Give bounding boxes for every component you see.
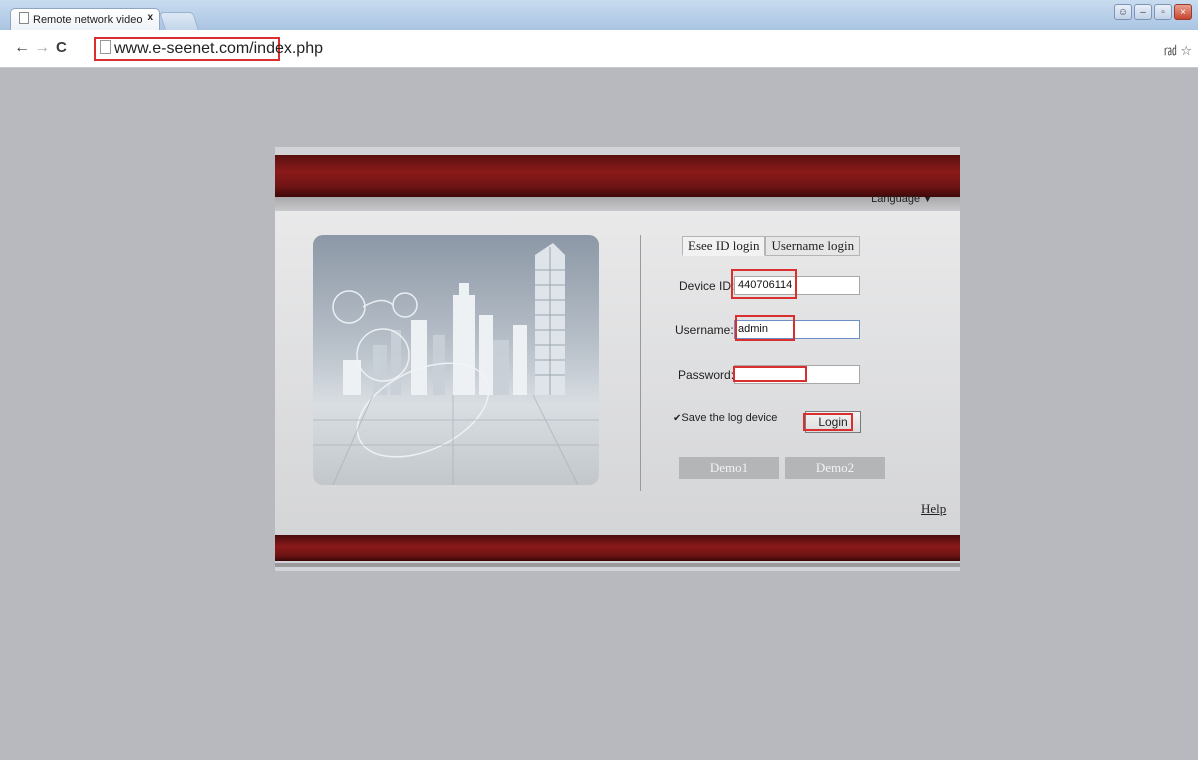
back-arrow-icon[interactable]: ← — [14, 39, 30, 57]
browser-tab[interactable]: Remote network video x — [10, 8, 160, 30]
header-subband — [275, 197, 960, 211]
browser-titlebar: Remote network video x ☺ – ▫ × — [0, 0, 1198, 30]
translate-icon[interactable]: ㎭ — [1164, 43, 1177, 58]
password-label: Password: — [678, 368, 735, 382]
login-highlight — [803, 413, 853, 431]
address-bar[interactable]: www.e-seenet.com/index.php — [94, 37, 323, 61]
footer-band — [275, 535, 960, 561]
page-icon — [100, 40, 111, 54]
tab-esee-id-login[interactable]: Esee ID login — [682, 236, 766, 256]
tab-username-login[interactable]: Username login — [765, 236, 861, 256]
header-band — [275, 155, 960, 197]
footer-line — [275, 563, 960, 567]
tab-close-icon[interactable]: x — [147, 12, 153, 23]
url-text: www.e-seenet.com/index.php — [114, 40, 323, 57]
forward-arrow-icon[interactable]: → — [34, 39, 50, 57]
reload-icon[interactable]: C — [56, 39, 67, 57]
user-icon[interactable]: ☺ — [1114, 4, 1132, 20]
save-log-device-label: Save the log device — [681, 412, 778, 424]
help-link[interactable]: Help — [921, 501, 946, 517]
login-card: Language ▼ Esee ID login Username login … — [275, 147, 960, 571]
device-id-highlight — [731, 269, 797, 299]
toolbar-right-icons: ㎭ ☆ — [1164, 40, 1192, 59]
page-icon — [19, 12, 29, 24]
maximize-icon[interactable]: ▫ — [1154, 4, 1172, 20]
language-menu[interactable]: Language ▼ — [871, 193, 932, 205]
chevron-down-icon: ▼ — [923, 194, 932, 204]
login-panel: Esee ID login Username login Device ID: … — [275, 211, 960, 533]
browser-toolbar: ← → C www.e-seenet.com/index.php ㎭ ☆ — [0, 30, 1198, 68]
login-tabs: Esee ID login Username login — [682, 236, 861, 256]
username-label: Username: — [675, 323, 734, 337]
language-label: Language — [871, 193, 921, 205]
tab-title: Remote network video — [33, 14, 143, 26]
minimize-icon[interactable]: – — [1134, 4, 1152, 20]
bookmark-star-icon[interactable]: ☆ — [1180, 43, 1192, 58]
username-highlight — [735, 315, 795, 341]
window-controls: ☺ – ▫ × — [1114, 4, 1192, 20]
device-id-label: Device ID: — [679, 279, 735, 293]
demo1-button[interactable]: Demo1 — [679, 457, 779, 479]
demo2-button[interactable]: Demo2 — [785, 457, 885, 479]
password-highlight — [733, 366, 807, 382]
new-tab-button[interactable] — [159, 12, 199, 30]
vertical-divider — [640, 235, 641, 491]
save-log-device-checkbox[interactable]: ✔Save the log device — [673, 412, 777, 424]
city-skyline-image — [313, 235, 599, 485]
close-window-icon[interactable]: × — [1174, 4, 1192, 20]
